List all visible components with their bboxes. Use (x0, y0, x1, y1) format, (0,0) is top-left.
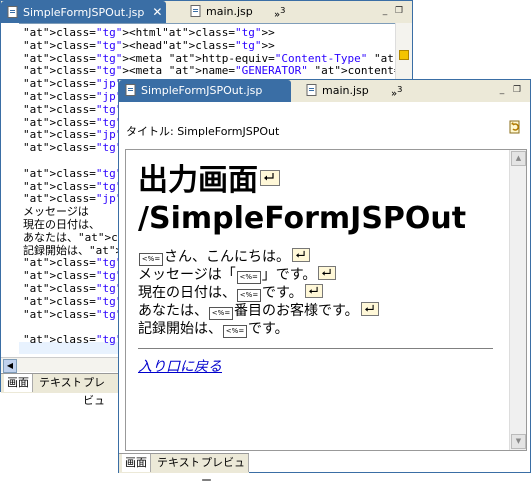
close-icon[interactable]: ✕ (152, 1, 162, 23)
horizontal-rule (138, 348, 493, 349)
jsp-expression-marker[interactable]: <%= (223, 325, 247, 338)
code-line[interactable]: メッセージは (23, 206, 89, 218)
date-label: 現在の日付は、 (138, 285, 236, 301)
overflow-count: 3 (397, 84, 403, 94)
tab-simpleformjspout[interactable]: SimpleFormJSPOut.jsp (119, 80, 291, 102)
date-line: 現在の日付は、 <%= です。 (138, 284, 498, 302)
editor-mode-tabs: 画面 テキスト プレビュー (119, 453, 249, 487)
code-line[interactable]: "at">class="tg"><html"at">class="tg">> (23, 27, 275, 39)
tab-main-jsp[interactable]: main.jsp (300, 80, 385, 102)
jsp-file-icon (7, 6, 18, 18)
tab-overflow-button[interactable]: »3 (274, 5, 285, 20)
visitor-label: あなたは、 (138, 303, 208, 319)
editor-mode-tabs: 画面 テキスト プレビュ (1, 373, 119, 407)
preview-content: 出力画面 /SimpleFormJSPOut <%= さん、こんにちは。 メッセー… (138, 162, 498, 376)
preview-pane[interactable]: 出力画面 /SimpleFormJSPOut <%= さん、こんにちは。 メッセー… (125, 149, 527, 451)
line-break-icon (318, 266, 337, 280)
back-to-entrance-link[interactable]: 入り口に戻る (138, 359, 222, 375)
tab-design[interactable]: 画面 (4, 374, 33, 392)
scroll-left-icon[interactable]: ◀ (3, 359, 17, 373)
tab-preview[interactable]: プレビュ (80, 374, 119, 407)
message-line: メッセージは「 <%= 」です。 (138, 266, 498, 284)
scroll-down-icon[interactable]: ▼ (511, 434, 526, 449)
jsp-expression-marker[interactable]: <%= (139, 253, 163, 266)
tab-design[interactable]: 画面 (122, 454, 151, 472)
tab-simpleformjspout[interactable]: SimpleFormJSPOut.jsp ✕ (1, 1, 166, 23)
maximize-icon[interactable]: ❐ (512, 85, 522, 95)
warning-marker-icon[interactable] (399, 50, 409, 60)
back-link-row: 入り口に戻る (138, 356, 498, 376)
tab-overflow-button[interactable]: »3 (391, 84, 402, 99)
greeting-text: さん、こんにちは。 (164, 249, 290, 265)
jsp-file-icon (190, 5, 201, 17)
message-label: メッセージは「 (138, 267, 236, 283)
tab-label: SimpleFormJSPOut.jsp (23, 6, 145, 19)
code-line[interactable]: "at">class="tg"><head"at">class="tg">> (23, 39, 275, 52)
date-suffix: です。 (262, 285, 303, 301)
page-title-label: タイトル: SimpleFormJSPOut (126, 125, 280, 138)
editor-tab-bar: SimpleFormJSPOut.jsp ✕ main.jsp »3 _ ❐ (1, 1, 412, 24)
refresh-icon[interactable] (508, 120, 522, 134)
tab-label: SimpleFormJSPOut.jsp (141, 84, 263, 97)
code-line[interactable]: "at">class="tg"><meta "at">name="GENERAT… (23, 65, 396, 77)
jsp-expression-marker[interactable]: <%= (236, 271, 261, 284)
heading-line-1: 出力画面 (138, 162, 498, 200)
jsp-expression-marker[interactable]: <%= (209, 307, 233, 320)
editor-tab-bar: SimpleFormJSPOut.jsp main.jsp »3 _ ❐ (119, 80, 530, 103)
overflow-count: 3 (280, 5, 286, 15)
tab-main-jsp[interactable]: main.jsp (184, 1, 269, 23)
tab-label: main.jsp (206, 5, 253, 18)
greeting-line: <%= さん、こんにちは。 (138, 248, 498, 266)
record-start-suffix: です。 (248, 321, 289, 337)
visitor-suffix: 番目のお客様です。 (234, 303, 359, 319)
maximize-icon[interactable]: ❐ (394, 6, 404, 16)
message-suffix: 」です。 (261, 267, 317, 283)
jsp-file-icon (306, 84, 317, 96)
jsp-file-icon (125, 84, 136, 96)
heading-line-2: /SimpleFormJSPOut (138, 201, 467, 236)
minimize-icon[interactable]: _ (497, 85, 507, 95)
tab-label: main.jsp (322, 84, 369, 97)
code-line[interactable]: "at">class="tg"><meta "at">http-equiv="C… (23, 52, 396, 65)
tab-preview[interactable]: プレビュー (198, 454, 249, 487)
record-start-line: 記録開始は、 <%= です。 (138, 320, 498, 338)
line-break-icon (360, 302, 379, 316)
minimize-icon[interactable]: _ (380, 6, 390, 16)
code-line[interactable]: 現在の日付は、 (23, 219, 100, 231)
line-break-icon (260, 170, 280, 186)
visitor-count-line: あなたは、 <%= 番目のお客様です。 (138, 302, 498, 320)
line-break-icon (304, 284, 323, 298)
record-start-label: 記録開始は、 (138, 321, 222, 337)
preview-window: SimpleFormJSPOut.jsp main.jsp »3 _ ❐ タイト… (118, 79, 531, 487)
scroll-up-icon[interactable]: ▲ (511, 151, 526, 166)
line-break-icon (292, 248, 310, 262)
editor-gutter (1, 23, 19, 357)
vertical-scrollbar[interactable]: ▲ ▼ (509, 150, 526, 450)
jsp-expression-marker[interactable]: <%= (237, 289, 261, 302)
page-title-row: タイトル: SimpleFormJSPOut (119, 102, 530, 148)
heading-text: 出力画面 (138, 163, 258, 198)
